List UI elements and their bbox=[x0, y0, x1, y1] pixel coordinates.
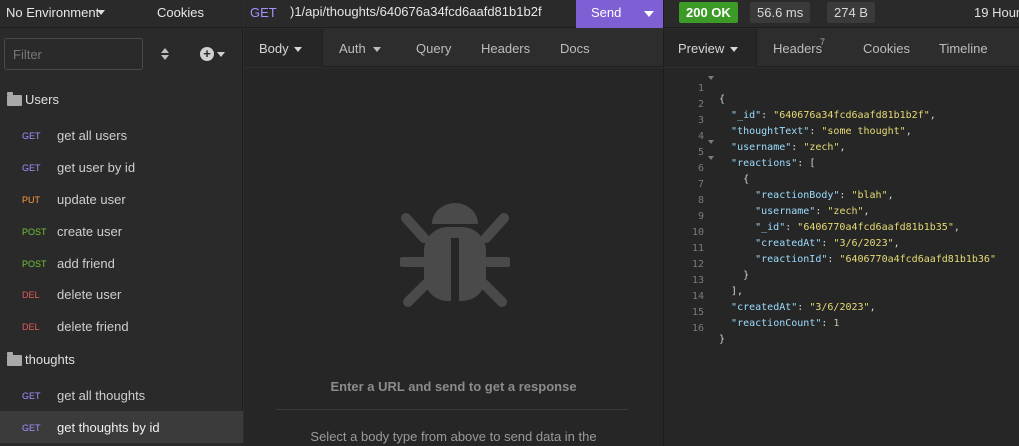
empty-state-subtitle: Select a body type from above to send da… bbox=[310, 429, 597, 444]
code-line: 5 "reactions": [ bbox=[664, 136, 1019, 169]
request-item[interactable]: GET get all thoughts bbox=[0, 381, 243, 412]
tab-cookies[interactable]: Cookies bbox=[863, 41, 910, 56]
response-status-bar: 200 OK 56.6 ms 274 B 19 Hours bbox=[663, 0, 1019, 28]
folder-label: thoughts bbox=[25, 352, 75, 367]
code-line: 11 "reactionId": "6406770a4fcd6aafd81b1b… bbox=[691, 243, 996, 265]
request-label: get user by id bbox=[57, 160, 136, 175]
tab-query[interactable]: Query bbox=[416, 41, 451, 56]
environment-selector[interactable]: No Environment bbox=[6, 5, 99, 20]
tab-auth[interactable]: Auth bbox=[339, 41, 366, 56]
folder-users[interactable]: Users bbox=[0, 87, 243, 115]
tab-body[interactable]: Body bbox=[259, 41, 289, 56]
chevron-down-icon[interactable] bbox=[294, 47, 302, 52]
code-line: 7 "reactionBody": "blah", bbox=[697, 179, 894, 201]
tab-timeline[interactable]: Timeline bbox=[939, 41, 988, 56]
fold-icon[interactable] bbox=[708, 76, 714, 80]
method-selector[interactable]: GET bbox=[250, 5, 277, 20]
method-badge: POST bbox=[22, 227, 47, 237]
code-line: 12 } bbox=[691, 259, 750, 281]
request-item[interactable]: POST add friend bbox=[0, 249, 243, 280]
request-item[interactable]: DEL delete friend bbox=[0, 312, 243, 343]
tab-preview[interactable]: Preview bbox=[678, 41, 724, 56]
request-label: update user bbox=[57, 192, 126, 207]
send-label: Send bbox=[591, 5, 622, 20]
request-label: get all thoughts bbox=[57, 388, 146, 403]
folder-thoughts[interactable]: thoughts bbox=[0, 347, 243, 375]
code-line: 16 } bbox=[691, 323, 726, 345]
tab-response-headers[interactable]: Headers bbox=[773, 41, 822, 56]
filter-input[interactable] bbox=[4, 38, 143, 70]
fold-icon[interactable] bbox=[708, 156, 714, 160]
headers-count-badge: 7 bbox=[820, 37, 826, 47]
method-badge: GET bbox=[22, 163, 41, 173]
request-item-active[interactable]: GET get thoughts by id bbox=[0, 411, 243, 443]
send-button[interactable]: Send bbox=[576, 0, 663, 28]
code-line: 14 "createdAt": "3/6/2023", bbox=[691, 291, 876, 313]
request-item[interactable]: PUT update user bbox=[0, 185, 243, 216]
url-bar: GET )1/api/thoughts/640676a34fcd6aafd81b… bbox=[244, 0, 663, 28]
cookies-button[interactable]: Cookies bbox=[157, 5, 204, 20]
request-label: add friend bbox=[57, 256, 115, 271]
add-plus-icon[interactable]: + bbox=[200, 47, 214, 61]
chevron-down-icon[interactable] bbox=[644, 11, 654, 17]
sort-icon[interactable] bbox=[157, 45, 173, 63]
chevron-down-icon[interactable] bbox=[97, 10, 105, 15]
method-badge: PUT bbox=[22, 195, 40, 205]
method-badge: GET bbox=[22, 391, 41, 401]
request-label: delete user bbox=[57, 287, 122, 302]
code-line: 8 "username": "zech", bbox=[697, 195, 870, 217]
chevron-down-icon[interactable] bbox=[730, 47, 738, 52]
request-label: get all users bbox=[57, 128, 128, 143]
tab-docs[interactable]: Docs bbox=[560, 41, 590, 56]
code-line: 15 "reactionCount": 1 bbox=[691, 307, 840, 329]
request-item[interactable]: GET get all users bbox=[0, 121, 243, 152]
code-line: 1 { bbox=[664, 72, 1019, 105]
empty-state-title: Enter a URL and send to get a response bbox=[330, 379, 577, 394]
folder-icon bbox=[7, 92, 22, 106]
code-line: 13 ], bbox=[691, 275, 744, 297]
chevron-down-icon[interactable] bbox=[373, 47, 381, 52]
sidebar-header: No Environment Cookies bbox=[0, 0, 243, 28]
response-tabs: Preview Headers 7 Cookies Timeline bbox=[663, 29, 1019, 67]
folder-label: Users bbox=[25, 92, 59, 107]
code-line: 6 { bbox=[664, 152, 1019, 185]
method-badge: DEL bbox=[22, 322, 40, 332]
chevron-down-icon[interactable] bbox=[217, 52, 225, 57]
request-label: delete friend bbox=[57, 319, 129, 334]
divider bbox=[276, 409, 628, 410]
request-body-pane: Enter a URL and send to get a response S… bbox=[244, 68, 663, 446]
request-item[interactable]: POST create user bbox=[0, 217, 243, 248]
request-item[interactable]: GET get user by id bbox=[0, 153, 243, 184]
sidebar: No Environment Cookies + Users GET get a… bbox=[0, 0, 243, 446]
bug-icon bbox=[400, 203, 510, 307]
fold-icon[interactable] bbox=[708, 140, 714, 144]
method-badge: GET bbox=[22, 423, 41, 433]
folder-icon bbox=[7, 352, 22, 366]
code-line: 2 "_id": "640676a34fcd6aafd81b1b2f", bbox=[697, 99, 936, 121]
request-item[interactable]: DEL delete user bbox=[0, 280, 243, 311]
code-line: 3 "thoughtText": "some thought", bbox=[697, 115, 912, 137]
method-badge: POST bbox=[22, 259, 47, 269]
code-line: 10 "createdAt": "3/6/2023", bbox=[691, 227, 900, 249]
method-badge: DEL bbox=[22, 290, 40, 300]
url-input[interactable]: )1/api/thoughts/640676a34fcd6aafd81b1b2f bbox=[290, 4, 565, 19]
code-line: 9 "_id": "6406770a4fcd6aafd81b1b35", bbox=[697, 211, 960, 233]
tab-headers[interactable]: Headers bbox=[481, 41, 530, 56]
request-label: get thoughts by id bbox=[57, 420, 160, 435]
request-tabs: Body Auth Query Headers Docs bbox=[244, 29, 663, 67]
method-badge: GET bbox=[22, 131, 41, 141]
request-label: create user bbox=[57, 224, 123, 239]
response-size-badge: 274 B bbox=[827, 2, 875, 23]
response-json-preview: 1 { 2 "_id": "640676a34fcd6aafd81b1b2f",… bbox=[663, 68, 1019, 446]
code-line: 4 "username": "zech", bbox=[697, 131, 846, 153]
history-dropdown[interactable]: 19 Hours bbox=[974, 5, 1019, 20]
response-time-badge: 56.6 ms bbox=[750, 2, 811, 23]
status-badge: 200 OK bbox=[679, 2, 738, 23]
